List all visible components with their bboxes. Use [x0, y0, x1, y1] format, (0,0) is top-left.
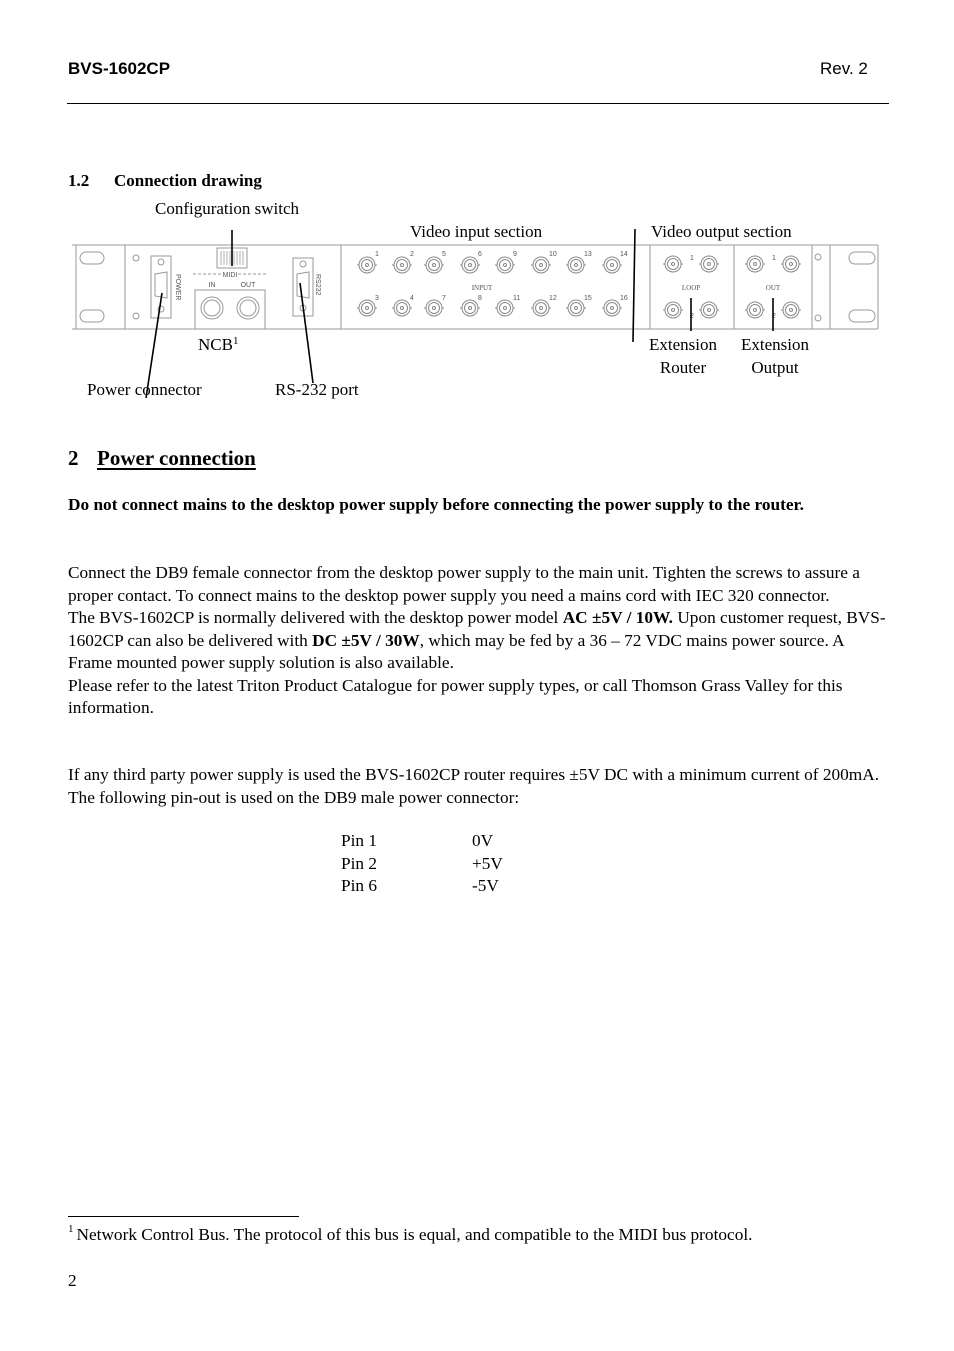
callout-extension-output: Extension Output: [741, 335, 809, 377]
bnc-number-label: 1: [690, 255, 694, 262]
bnc-number-label: 16: [620, 295, 628, 302]
rs232-db9-shell: [296, 271, 310, 299]
loop-output-bnc: [663, 301, 683, 319]
power-paragraph-1: Connect the DB9 female connector from th…: [68, 562, 890, 720]
callout-extension-router: Extension Router: [649, 335, 717, 377]
bnc-number-label: 14: [620, 251, 628, 258]
callout-video-input-section: Video input section: [410, 222, 543, 241]
video-input-bnc: [495, 299, 515, 317]
bnc-number-label: 10: [549, 251, 557, 258]
bnc-number-label: 15: [584, 295, 592, 302]
bnc-number-label: 7: [442, 295, 446, 302]
left-rack-slot-top: [79, 251, 105, 265]
callout-video-output-section: Video output section: [651, 222, 792, 241]
power-model-dc: DC ±5V / 30W: [312, 630, 420, 650]
video-input-bnc: [495, 256, 515, 274]
bnc-number-label: 8: [478, 295, 482, 302]
extension-output-bnc: [745, 255, 765, 273]
power-db9-shell: [154, 271, 168, 299]
section-heading-2: 2 Power connection: [68, 446, 256, 471]
section-number: 2: [68, 446, 79, 470]
extension-output-bnc: [781, 301, 801, 319]
screw-hole: [132, 312, 140, 320]
right-rack-slot-bottom: [848, 309, 876, 323]
video-input-bnc: [424, 299, 444, 317]
right-rack-slot-top: [848, 251, 876, 265]
video-input-bnc: [357, 256, 377, 274]
panel-label-out: OUT: [766, 284, 781, 292]
bnc-number-label: 5: [442, 251, 446, 258]
footnote: 1 Network Control Bus. The protocol of th…: [68, 1223, 753, 1245]
power-paragraph-2: If any third party power supply is used …: [68, 765, 880, 807]
screw-hole: [814, 314, 822, 322]
loop-output-bnc: [699, 301, 719, 319]
screw-hole: [299, 260, 307, 268]
video-input-bnc: [566, 256, 586, 274]
video-input-bnc: [392, 299, 412, 317]
footnote-ref[interactable]: 1: [233, 335, 239, 347]
video-input-bnc: [602, 256, 622, 274]
pinout-pin: Pin 6: [341, 876, 378, 895]
warning-paragraph: Do not connect mains to the desktop powe…: [68, 495, 804, 514]
pinout-pin: Pin 1: [341, 831, 378, 850]
pinout-pin: Pin 2: [341, 854, 378, 873]
callout-rs232-port: RS-232 port: [275, 380, 359, 399]
pinout-value: 0V: [472, 831, 494, 850]
paragraph-sentence: Please refer to the latest Triton Produc…: [68, 675, 843, 718]
video-input-bnc: [531, 299, 551, 317]
bnc-number-label: 1: [772, 255, 776, 262]
power-model-ac: AC ±5V / 10W.: [562, 608, 673, 627]
panel-label-midi-out: OUT: [241, 282, 257, 289]
bnc-number-label: 1: [375, 251, 379, 258]
bnc-number-label: 3: [375, 295, 379, 302]
pinout-value: +5V: [472, 854, 503, 873]
section-title: Power connection: [97, 446, 256, 470]
extension-output-bnc: [781, 255, 801, 273]
left-rack-slot-bottom: [79, 309, 105, 323]
midi-connector-box: [194, 289, 266, 330]
video-input-bnc: [566, 299, 586, 317]
video-input-bnc: [392, 256, 412, 274]
paragraph-sentence: Connect the DB9 female connector from th…: [68, 563, 860, 605]
callout-configuration-switch: Configuration switch: [155, 199, 300, 218]
panel-label-power: POWER: [174, 274, 181, 300]
loop-output-bnc: [663, 255, 683, 273]
video-input-bnc: [460, 256, 480, 274]
callout-ncb: NCB1: [198, 333, 238, 356]
panel-label-rs232: RS232: [314, 274, 321, 296]
video-input-bnc: [424, 256, 444, 274]
panel-label-midi: MIDI: [223, 272, 238, 279]
footnote-divider: [68, 1216, 299, 1217]
video-input-bnc: [357, 299, 377, 317]
panel-label-loop: LOOP: [682, 284, 700, 292]
bnc-number-label: 2: [410, 251, 414, 258]
screw-hole: [814, 253, 822, 261]
bnc-number-label: 11: [513, 295, 520, 302]
video-input-bnc: [531, 256, 551, 274]
video-input-bnc: [460, 299, 480, 317]
page-number: 2: [68, 1271, 77, 1290]
callout-power-connector: Power connector: [87, 380, 202, 399]
bnc-number-label: 12: [549, 295, 557, 302]
video-input-bnc: [602, 299, 622, 317]
panel-label-midi-in: IN: [209, 282, 216, 289]
bnc-number-label: 9: [513, 251, 517, 258]
callout-line-input-output-divider: [632, 228, 636, 343]
ncb-label: NCB: [198, 335, 233, 354]
bnc-number-label: 6: [478, 251, 482, 258]
bnc-number-label: 13: [584, 251, 592, 258]
footnote-text: Network Control Bus. The protocol of thi…: [76, 1225, 753, 1244]
screw-hole: [132, 254, 140, 262]
footnote-marker: 1: [68, 1223, 74, 1235]
extension-output-bnc: [745, 301, 765, 319]
pinout-value: -5V: [472, 876, 499, 895]
panel-label-input: INPUT: [472, 284, 493, 292]
bnc-number-label: 4: [410, 295, 414, 302]
paragraph-sentence: The BVS-1602CP is normally delivered wit…: [68, 608, 886, 672]
screw-hole: [157, 258, 165, 266]
loop-output-bnc: [699, 255, 719, 273]
